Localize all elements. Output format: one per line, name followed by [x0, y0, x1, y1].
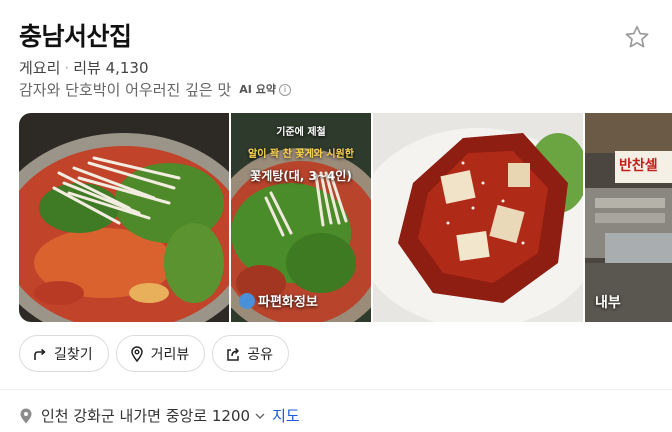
address-pin-icon [20, 408, 32, 423]
photo-label-interior: 내부 [595, 295, 621, 311]
location-pin-icon [130, 345, 143, 362]
review-label[interactable]: 리뷰 [73, 59, 101, 77]
place-meta: 게요리 · 리뷰 4,130 [19, 58, 149, 78]
photo-gallery: 기준에 제철 알이 꽉 찬 꽃게와 시원한 꽃게탕(대, 3~4인) 파편화정보 [19, 113, 672, 322]
place-card: 충남서산집 게요리 · 리뷰 4,130 감자와 단호박이 어우러진 깊은 맛 AI… [0, 0, 672, 432]
address-row: 인천 강화군 내가면 중앙로 1200 지도 [19, 405, 300, 426]
overlay-line-3: 꽃게탕(대, 3~4인) [250, 169, 352, 183]
address-text: 인천 강화군 내가면 중앙로 1200 [41, 407, 251, 425]
review-count[interactable]: 4,130 [106, 59, 149, 77]
map-link[interactable]: 지도 [272, 405, 300, 426]
share-icon [227, 347, 240, 361]
street-view-label: 거리뷰 [150, 346, 190, 363]
source-name: 파편화정보 [258, 295, 318, 310]
source-avatar-icon [239, 292, 255, 309]
ai-badge-label: AI 요약 [239, 83, 276, 96]
crab-stew-image [19, 113, 229, 322]
place-description: 감자와 단호박이 어우러진 깊은 맛 AI 요약 i [19, 80, 291, 100]
photo-source: 파편화정보 [239, 291, 318, 310]
interior-image [585, 113, 672, 322]
photo-crab-soup[interactable]: 기준에 제철 알이 꽉 찬 꽃게와 시원한 꽃게탕(대, 3~4인) 파편화정보 [231, 113, 371, 322]
ai-summary-badge[interactable]: AI 요약 i [239, 80, 291, 100]
directions-button[interactable]: 길찾기 [19, 335, 109, 372]
star-icon[interactable] [624, 24, 650, 50]
photo-interior[interactable]: 반찬셀 내부 [585, 113, 672, 322]
separator-dot: · [64, 59, 70, 77]
directions-icon [34, 348, 46, 360]
street-view-button[interactable]: 거리뷰 [115, 335, 206, 372]
info-icon[interactable]: i [278, 84, 291, 96]
photo-crab-stew[interactable] [19, 113, 229, 322]
divider [0, 389, 672, 390]
action-buttons: 길찾기 거리뷰 공유 [19, 335, 290, 372]
share-button[interactable]: 공유 [212, 335, 290, 372]
restaurant-sign: 반찬셀 [619, 158, 658, 174]
place-name[interactable]: 충남서산집 [19, 20, 132, 54]
photo-marinated-crab[interactable] [373, 113, 583, 322]
description-text: 감자와 단호박이 어우러진 깊은 맛 [19, 81, 232, 99]
overlay-line-1: 기준에 제철 [276, 127, 326, 138]
share-label: 공유 [247, 346, 274, 363]
overlay-line-2: 알이 꽉 찬 꽃게와 시원한 [248, 149, 354, 160]
category-label: 게요리 [19, 59, 61, 77]
chevron-down-icon[interactable] [254, 410, 266, 422]
directions-label: 길찾기 [54, 346, 93, 363]
marinated-crab-image [373, 113, 583, 322]
